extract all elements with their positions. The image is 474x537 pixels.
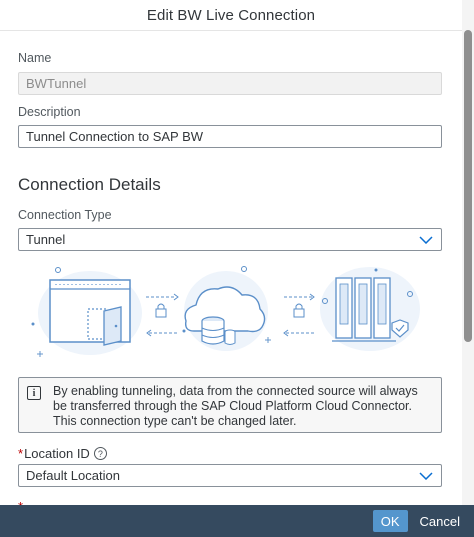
connection-type-label: Connection Type [18, 208, 112, 222]
info-message-text: By enabling tunneling, data from the con… [53, 384, 418, 428]
ok-button[interactable]: OK [372, 510, 408, 532]
dialog-title: Edit BW Live Connection [146, 6, 316, 24]
location-id-value: Default Location [26, 468, 120, 483]
connection-type-value: Tunnel [26, 232, 66, 247]
description-label: Description [18, 105, 81, 119]
arrows-left [146, 293, 179, 337]
tunnel-illustration [18, 261, 442, 371]
location-id-label: *Location ID? [18, 446, 107, 461]
description-field[interactable]: Tunnel Connection to SAP BW [18, 125, 442, 148]
name-label: Name [18, 51, 52, 65]
edit-connection-dialog: Edit BW Live Connection Name BWTunnel De… [0, 0, 474, 537]
description-value: Tunnel Connection to SAP BW [26, 129, 204, 144]
cancel-button[interactable]: Cancel [414, 510, 466, 532]
connection-details-title: Connection Details [18, 175, 161, 194]
dialog-header: Edit BW Live Connection [0, 0, 462, 31]
location-id-label-text: Location ID [24, 446, 90, 461]
required-mark: * [18, 446, 24, 461]
scrollbar-thumb[interactable] [464, 30, 472, 342]
browser-window-icon [49, 279, 131, 346]
help-circle-icon[interactable]: ? [93, 447, 107, 461]
chevron-down-icon[interactable] [418, 232, 434, 248]
name-value: BWTunnel [26, 76, 87, 91]
chevron-down-icon[interactable] [418, 468, 434, 484]
arrows-right [283, 293, 315, 337]
dialog-content[interactable]: Name BWTunnel Description Tunnel Connect… [0, 31, 462, 505]
location-id-select[interactable]: Default Location [18, 464, 442, 487]
tunnel-info-message: i By enabling tunneling, data from the c… [18, 377, 442, 433]
name-field: BWTunnel [18, 72, 442, 95]
info-icon: i [27, 386, 41, 400]
dialog-footer: OK Cancel [0, 505, 474, 537]
connection-type-select[interactable]: Tunnel [18, 228, 442, 251]
